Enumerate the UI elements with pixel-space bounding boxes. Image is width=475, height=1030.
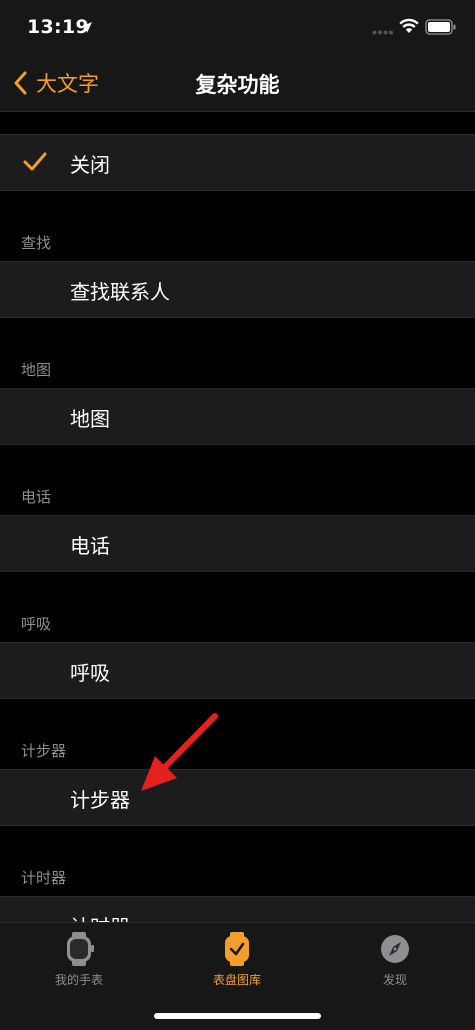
tab-label: 我的手表 <box>54 973 103 987</box>
page-title: 复杂功能 <box>195 73 280 97</box>
list-item-label: 计步器 <box>70 788 130 812</box>
list-item-breathe[interactable]: 呼吸 <box>0 642 475 699</box>
list-item-find-contacts[interactable]: 查找联系人 <box>0 261 475 318</box>
location-arrow-icon <box>81 22 92 33</box>
checkmark-icon <box>23 152 47 171</box>
watch-face-gallery-icon <box>225 932 249 966</box>
list-top-spacer <box>0 112 475 134</box>
compass-icon <box>381 935 409 963</box>
list-item-off[interactable]: 关闭 <box>0 134 475 191</box>
section-header-maps: 地图 <box>0 318 475 388</box>
tab-label: 发现 <box>382 973 407 987</box>
list-item-phone[interactable]: 电话 <box>0 515 475 572</box>
red-arrow-annotation <box>141 713 218 791</box>
list-item-label: 查找联系人 <box>70 280 170 304</box>
home-indicator[interactable] <box>154 1013 321 1019</box>
list-item-label: 电话 <box>70 534 110 558</box>
list-item-label: 呼吸 <box>70 661 110 685</box>
complications-list: 关闭 查找 查找联系人 地图 地图 电话 电话 呼吸 呼吸 计步器 计步器 计时… <box>0 112 475 953</box>
list-item-pedometer[interactable]: 计步器 <box>0 769 475 826</box>
list-item-label: 地图 <box>70 407 110 431</box>
navigation-bar: 大文字 复杂功能 <box>0 56 475 112</box>
section-header-text: 计时器 <box>21 869 67 887</box>
section-header-text: 呼吸 <box>21 615 52 633</box>
tab-watch-face-gallery[interactable]: 表盘图库 <box>172 931 302 988</box>
section-header-phone: 电话 <box>0 445 475 515</box>
section-header-pedometer: 计步器 <box>0 699 475 769</box>
section-header-find: 查找 <box>0 191 475 261</box>
battery-icon <box>425 19 456 35</box>
section-header-text: 计步器 <box>21 742 67 760</box>
section-header-text: 电话 <box>21 488 52 506</box>
watch-icon <box>67 932 94 966</box>
tab-bar: 我的手表 表盘图库 发现 <box>0 922 475 1030</box>
section-header-breathe: 呼吸 <box>0 572 475 642</box>
tab-label: 表盘图库 <box>212 973 261 987</box>
section-header-text: 查找 <box>21 234 52 252</box>
tab-discover[interactable]: 发现 <box>330 931 460 988</box>
status-bar: 13:19 <box>0 0 475 56</box>
section-header-timer: 计时器 <box>0 826 475 896</box>
list-item-maps[interactable]: 地图 <box>0 388 475 445</box>
signal-dots-icon <box>372 30 393 35</box>
list-item-label: 关闭 <box>70 153 110 177</box>
tab-my-watch[interactable]: 我的手表 <box>14 931 144 988</box>
section-header-text: 地图 <box>21 361 52 379</box>
wifi-icon <box>399 18 419 33</box>
